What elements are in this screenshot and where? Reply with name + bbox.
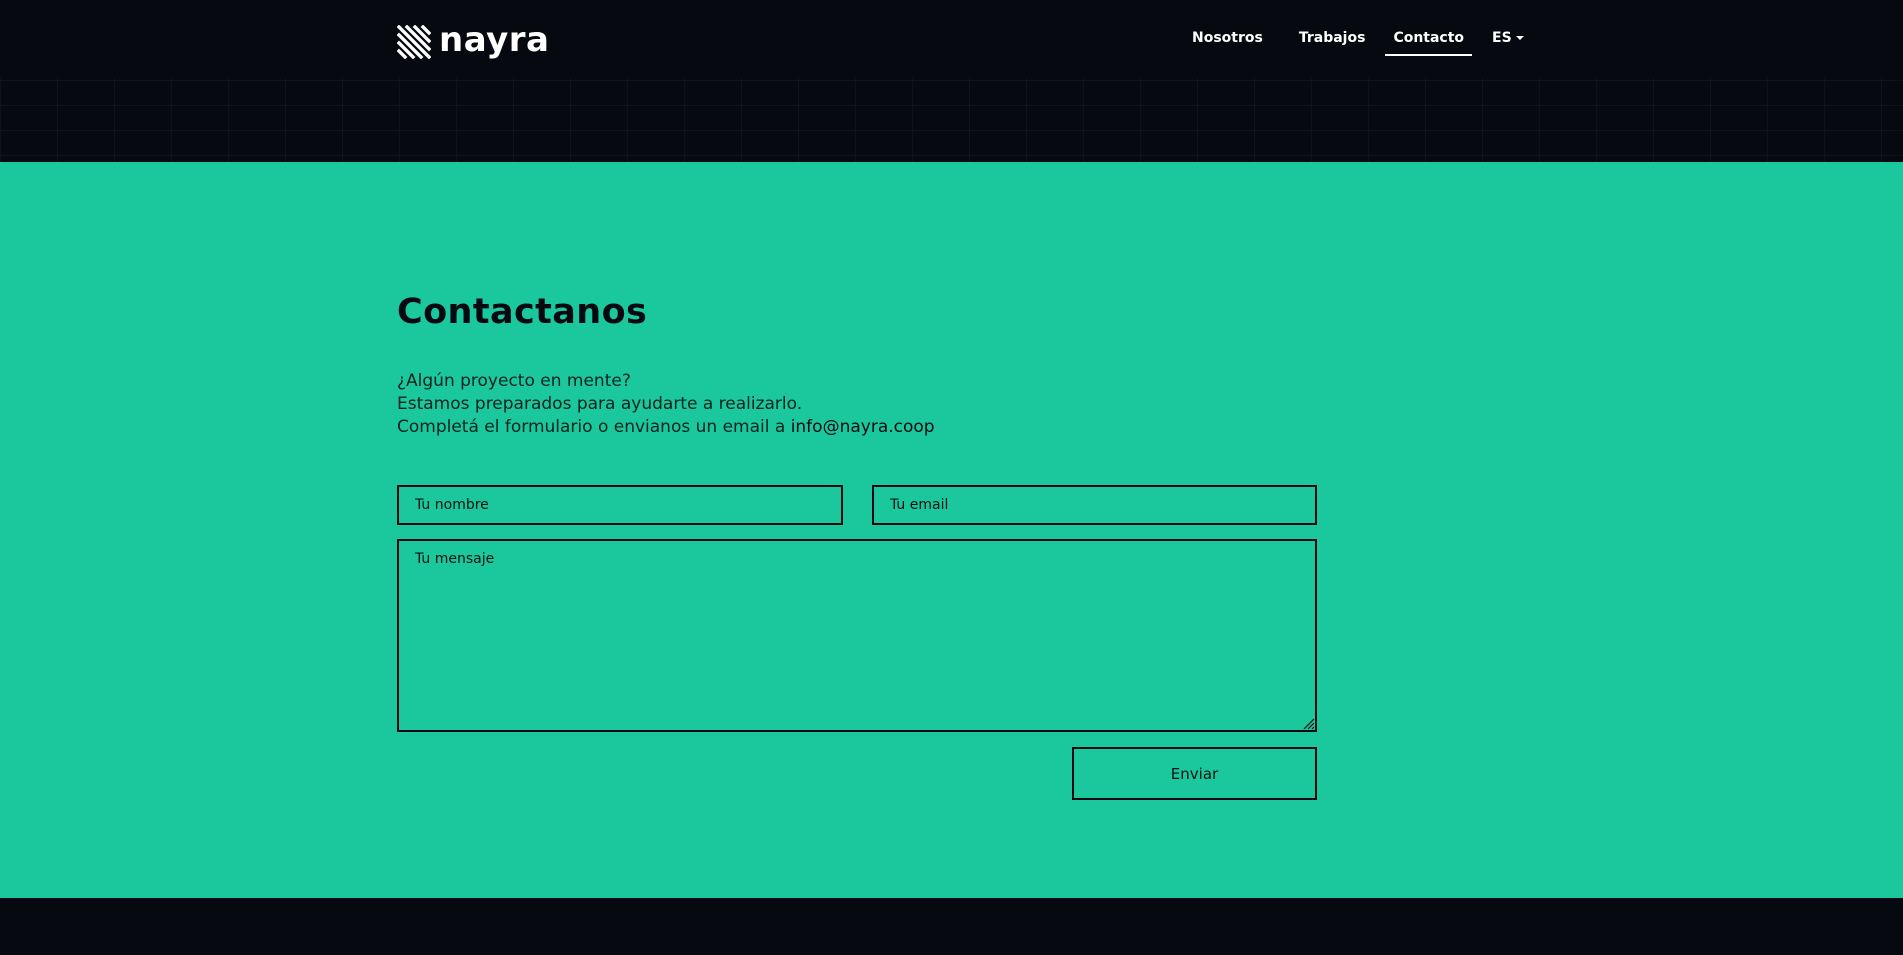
message-textarea[interactable] xyxy=(397,539,1317,732)
resize-grip-icon[interactable] xyxy=(1301,716,1315,730)
language-label: ES xyxy=(1492,30,1512,46)
brand-name: nayra xyxy=(439,20,550,60)
intro-line-3-text: Completá el formulario o envianos un ema… xyxy=(397,417,791,437)
contact-section: Contactanos ¿Algún proyecto en mente? Es… xyxy=(0,162,1903,898)
site-footer xyxy=(0,898,1903,955)
intro-line-2: Estamos preparados para ayudarte a reali… xyxy=(397,394,803,414)
send-button[interactable]: Enviar xyxy=(1072,747,1317,800)
brand-logo[interactable]: nayra xyxy=(397,20,550,60)
language-selector[interactable]: ES xyxy=(1484,26,1532,56)
page-title: Contactanos xyxy=(397,292,648,332)
intro-line-3: Completá el formulario o envianos un ema… xyxy=(397,416,935,439)
site-header: nayra Nosotros Trabajos Contacto ES xyxy=(0,0,1903,162)
chevron-down-icon xyxy=(1515,36,1524,40)
email-input[interactable] xyxy=(872,485,1317,525)
intro-line-1: ¿Algún proyecto en mente? xyxy=(397,371,631,391)
name-input[interactable] xyxy=(397,485,843,525)
nav-item-nosotros[interactable]: Nosotros xyxy=(1184,26,1271,56)
main-nav: Nosotros Trabajos Contacto ES xyxy=(1160,26,1532,58)
nav-item-contacto[interactable]: Contacto xyxy=(1385,26,1472,56)
contact-intro: ¿Algún proyecto en mente? Estamos prepar… xyxy=(397,370,935,439)
nav-item-trabajos[interactable]: Trabajos xyxy=(1291,26,1374,56)
nayra-stripes-logo-icon xyxy=(397,25,431,59)
email-link[interactable]: info@nayra.coop xyxy=(791,417,935,437)
